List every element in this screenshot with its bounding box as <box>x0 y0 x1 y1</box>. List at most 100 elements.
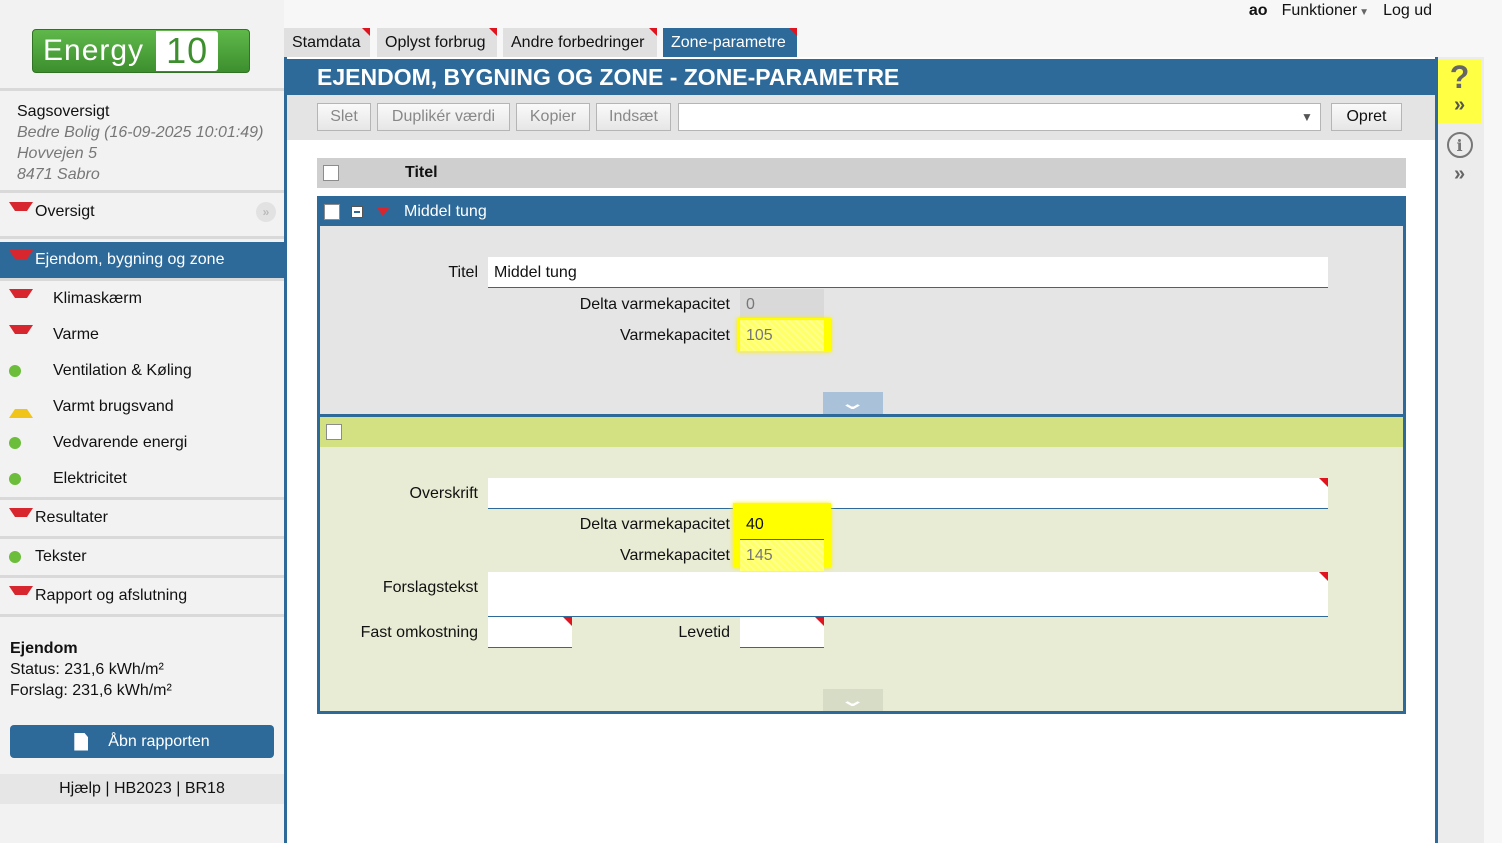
sidebar-item-ventilation[interactable]: Ventilation & Køling <box>0 353 284 389</box>
paste-button[interactable]: Indsæt <box>596 103 671 131</box>
functions-menu[interactable]: Funktioner ▼ <box>1282 2 1370 20</box>
document-icon <box>74 732 89 751</box>
tab-stamdata[interactable]: Stamdata <box>284 28 370 58</box>
heading-label: Overskrift <box>409 485 478 502</box>
lifetime-label: Levetid <box>678 624 730 641</box>
record-header <box>320 417 1403 447</box>
fixed-cost-label: Fast omkostning <box>360 624 478 641</box>
summary-proposal: Forslag: 231,6 kWh/m² <box>10 682 172 699</box>
delete-button[interactable]: Slet <box>317 103 371 131</box>
sidebar-item-elektricitet[interactable]: Elektricitet <box>0 461 284 497</box>
status-green-dot-icon <box>9 365 21 377</box>
divider <box>0 236 284 239</box>
page-title: EJENDOM, BYGNING OG ZONE - ZONE-PARAMETR… <box>284 59 1438 95</box>
red-flag-icon <box>563 617 572 626</box>
red-flag-icon <box>362 28 370 36</box>
summary-status: Status: 231,6 kWh/m² <box>10 661 164 678</box>
divider <box>0 614 284 617</box>
column-title[interactable]: Titel <box>405 164 438 182</box>
tab-oplyst-forbrug[interactable]: Oplyst forbrug <box>377 28 497 58</box>
status-red-triangle-icon <box>377 208 389 216</box>
status-red-triangle-icon <box>9 585 33 607</box>
record-checkbox[interactable] <box>326 424 342 440</box>
case-street: Hovvejen 5 <box>17 145 98 162</box>
sidebar-item-label: Tekster <box>35 548 87 565</box>
double-chevron-right-icon: » <box>1453 94 1466 116</box>
create-button[interactable]: Opret <box>1331 103 1402 131</box>
copy-button[interactable]: Kopier <box>516 103 590 131</box>
tab-label: Andre forbedringer <box>511 34 645 51</box>
collapse-icon[interactable] <box>351 206 363 218</box>
red-flag-icon <box>815 617 824 626</box>
logout-link[interactable]: Log ud <box>1383 2 1432 20</box>
red-flag-icon <box>789 28 797 36</box>
sidebar-item-vedvarende-energi[interactable]: Vedvarende energi <box>0 425 284 461</box>
open-report-button[interactable]: Åbn rapporten <box>10 725 274 758</box>
tab-andre-forbedringer[interactable]: Andre forbedringer <box>503 28 657 58</box>
lifetime-field[interactable] <box>740 617 824 648</box>
energy10-logo[interactable]: Energy 10 <box>32 29 250 73</box>
sidebar-item-label: Ejendom, bygning og zone <box>35 251 225 268</box>
red-flag-icon <box>1319 572 1328 581</box>
sidebar-item-label: Vedvarende energi <box>53 434 188 451</box>
status-green-dot-icon <box>9 437 21 449</box>
status-red-triangle-icon <box>9 201 33 223</box>
tab-zone-parametre[interactable]: Zone-parametre <box>663 28 797 58</box>
caret-down-icon: ▼ <box>1359 7 1370 18</box>
title-label: Titel <box>448 264 478 281</box>
top-bar: ao Funktioner ▼ Log ud <box>1249 0 1432 22</box>
sidebar-item-varmt-brugsvand[interactable]: Varmt brugsvand <box>0 389 284 425</box>
sidebar-item-label: Klimaskærm <box>53 290 142 307</box>
duplicate-value-button[interactable]: Duplikér værdi <box>377 103 510 131</box>
status-yellow-triangle-icon <box>9 397 33 418</box>
user-initials: ao <box>1248 2 1268 19</box>
status-green-dot-icon <box>9 551 21 563</box>
select-all-checkbox[interactable] <box>323 165 339 181</box>
expand-chevron-icon[interactable]: ⌄ <box>823 392 883 414</box>
tab-label: Zone-parametre <box>671 34 786 51</box>
delta-capacity-field[interactable]: 40 <box>740 509 824 540</box>
heading-field[interactable] <box>488 478 1328 509</box>
record-header-label: Middel tung <box>404 203 487 220</box>
template-select[interactable]: ▼ <box>678 103 1321 131</box>
expand-chevron-icon[interactable]: ⌄ <box>823 689 883 711</box>
case-overview[interactable]: Sagsoversigt Bedre Bolig (16-09-2025 10:… <box>17 101 263 185</box>
help-footer[interactable]: Hjælp | HB2023 | BR18 <box>0 774 284 804</box>
sidebar-item-oversigt[interactable]: Oversigt » <box>0 194 284 230</box>
chevron-down-icon: ▼ <box>1301 110 1313 124</box>
tab-label: Oplyst forbrug <box>385 34 486 51</box>
delta-capacity-label: Delta varmekapacitet <box>579 516 730 533</box>
help-panel-toggle[interactable]: ? » <box>1438 59 1481 123</box>
sidebar-item-label: Resultater <box>35 509 108 526</box>
sidebar-item-rapport[interactable]: Rapport og afslutning <box>0 578 284 614</box>
functions-label: Funktioner <box>1281 2 1358 19</box>
fixed-cost-field[interactable] <box>488 617 572 648</box>
sidebar-item-tekster[interactable]: Tekster <box>0 539 284 575</box>
logo-version: 10 <box>156 31 219 71</box>
case-name: Bedre Bolig (16-09-2025 10:01:49) <box>17 124 264 141</box>
status-red-triangle-icon <box>9 249 33 271</box>
suggestion-field[interactable] <box>488 572 1328 617</box>
case-city: 8471 Sabro <box>17 166 100 183</box>
sidebar-item-ejendom[interactable]: Ejendom, bygning og zone <box>0 242 284 278</box>
red-flag-icon <box>649 28 657 36</box>
sidebar-item-klimaskaerm[interactable]: Klimaskærm <box>0 281 284 317</box>
sidebar-item-label: Oversigt <box>35 203 95 220</box>
sidebar-item-label: Rapport og afslutning <box>35 587 188 604</box>
tab-label: Stamdata <box>292 34 361 51</box>
sidebar-item-varme[interactable]: Varme <box>0 317 284 353</box>
sidebar-item-label: Ventilation & Køling <box>53 362 192 379</box>
record-new: ⌄ <box>317 417 1406 714</box>
capacity-label: Varmekapacitet <box>620 327 730 344</box>
sidebar-item-label: Varme <box>53 326 99 343</box>
sidebar-item-resultater[interactable]: Resultater <box>0 500 284 536</box>
record-checkbox[interactable] <box>324 204 340 220</box>
double-chevron-right-icon[interactable]: » <box>256 202 276 222</box>
divider <box>0 190 284 193</box>
sidebar: Energy 10 Sagsoversigt Bedre Bolig (16-0… <box>0 0 284 843</box>
energy-summary: Ejendom Status: 231,6 kWh/m² Forslag: 23… <box>10 638 172 701</box>
title-field[interactable]: Middel tung <box>488 257 1328 288</box>
info-panel-toggle[interactable]: i » <box>1438 127 1481 191</box>
toolbar: Slet Duplikér værdi Kopier Indsæt ▼ Opre… <box>287 95 1435 140</box>
open-report-label: Åbn rapporten <box>108 732 210 750</box>
